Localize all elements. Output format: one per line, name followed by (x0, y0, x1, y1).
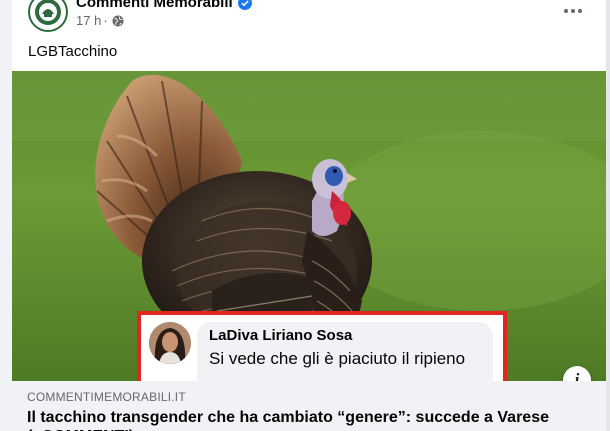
verified-badge-icon (237, 0, 252, 10)
link-domain: COMMENTIMEMORABILI.IT (27, 390, 186, 404)
post-time[interactable]: 17 h (76, 13, 101, 28)
commenter-avatar (149, 322, 191, 364)
meta-separator: · (103, 13, 108, 28)
commenter-photo-icon (149, 322, 191, 364)
page-avatar[interactable] (28, 0, 68, 32)
page-logo-icon (31, 0, 65, 29)
page-name-text[interactable]: Commenti Memorabili (76, 0, 233, 11)
highlighted-comment: LaDiva Liriano Sosa Si vede che gli è pi… (137, 311, 507, 381)
post-caption: LGBTacchino (28, 43, 118, 60)
post-meta: 17 h · (76, 13, 124, 28)
more-options-button[interactable] (559, 0, 587, 22)
more-dot (578, 9, 582, 13)
post-image[interactable]: LaDiva Liriano Sosa Si vede che gli è pi… (12, 71, 606, 381)
link-title[interactable]: Il tacchino transgender che ha cambiato … (27, 408, 597, 431)
post-card: Commenti Memorabili 17 h · LGBTacchino L… (12, 0, 606, 431)
link-preview[interactable]: COMMENTIMEMORABILI.IT Il tacchino transg… (12, 381, 606, 431)
comment-text: Si vede che gli è piaciuto il ripieno (209, 349, 466, 368)
commenter-name: LaDiva Liriano Sosa (209, 327, 353, 344)
feed-background (606, 0, 610, 431)
page-name[interactable]: Commenti Memorabili (76, 0, 252, 11)
more-dot (564, 9, 568, 13)
more-dot (571, 9, 575, 13)
globe-icon[interactable] (112, 15, 124, 27)
